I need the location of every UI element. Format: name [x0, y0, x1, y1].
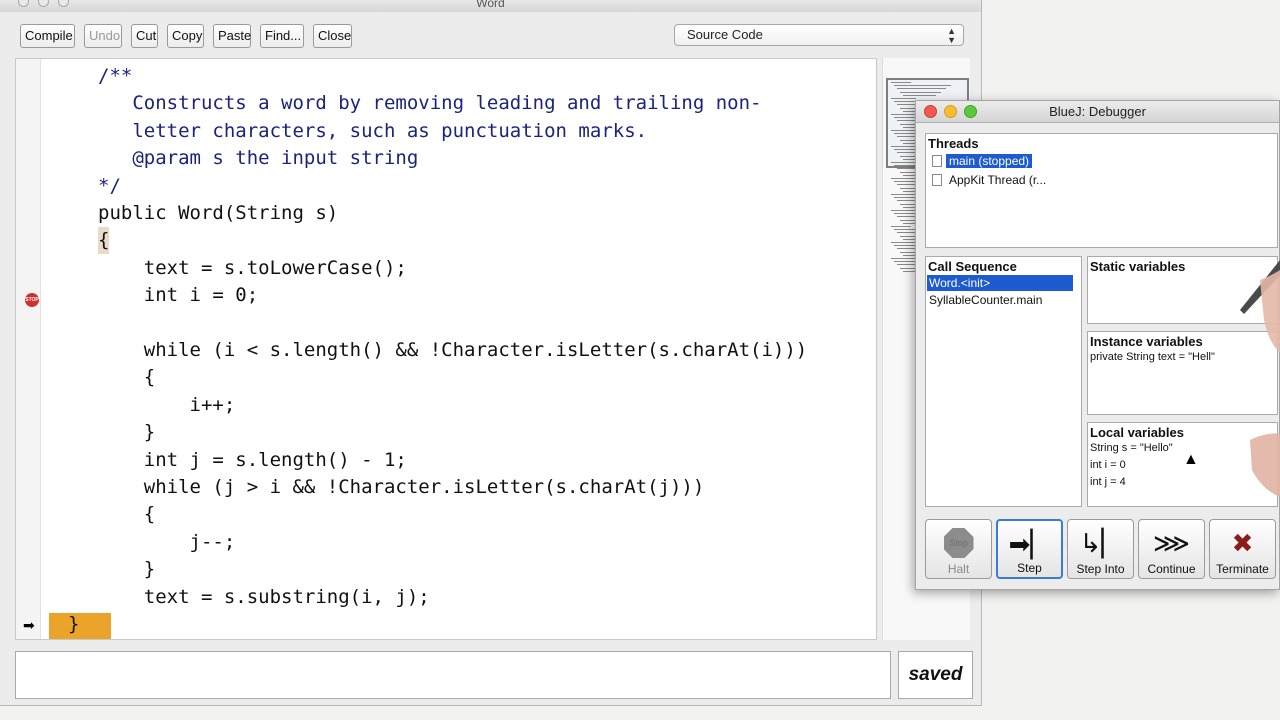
debugger-window: BlueJ: Debugger Threads main (stopped) A… [915, 100, 1280, 590]
document-icon [932, 174, 942, 186]
code-editor[interactable]: STOP ➡ /** Constructs a word by removing… [15, 58, 877, 640]
undo-button[interactable]: Undo [84, 24, 122, 48]
halt-button[interactable]: Stop Halt [925, 519, 992, 579]
code-line[interactable]: { [98, 364, 155, 391]
continue-icon: ⋙ [1153, 528, 1190, 558]
continue-button[interactable]: ⋙ Continue [1138, 519, 1205, 579]
continue-label: Continue [1147, 562, 1196, 576]
select-arrows-icon: ▲ ▼ [947, 26, 956, 45]
thread-label: main (stopped) [946, 154, 1033, 168]
debugger-window-title: BlueJ: Debugger [1049, 104, 1146, 119]
code-line[interactable]: letter characters, such as punctuation m… [98, 118, 647, 145]
breakpoint-stop-icon[interactable]: STOP [25, 293, 39, 307]
code-line[interactable]: @param s the input string [98, 145, 418, 172]
minimap-line [891, 98, 916, 99]
call-sequence-item[interactable]: SyllableCounter.main [927, 292, 1073, 308]
call-sequence-panel: Call Sequence Word.<init> SyllableCounte… [925, 256, 1082, 507]
view-select[interactable]: Source Code ▲ ▼ [674, 24, 964, 46]
view-select-value: Source Code [687, 27, 763, 42]
code-line[interactable]: text = s.substring(i, j); [98, 584, 430, 611]
code-line[interactable]: } [68, 611, 79, 638]
minimap-line [900, 91, 941, 93]
instance-variables-panel: Instance variables private String text =… [1087, 331, 1278, 415]
execution-arrow-icon: ➡ [23, 617, 35, 633]
message-area [15, 651, 891, 699]
code-line[interactable]: text = s.toLowerCase(); [98, 255, 407, 282]
code-line[interactable]: while (j > i && !Character.isLetter(s.ch… [98, 474, 705, 501]
step-label: Step [1017, 561, 1042, 575]
minimap-line [894, 85, 951, 87]
step-icon: ➡▏ [1008, 529, 1051, 559]
code-line[interactable]: int i = 0; [98, 282, 258, 309]
thread-item[interactable]: AppKit Thread (r... [932, 172, 1046, 188]
halt-icon-text: Stop [949, 538, 968, 548]
call-sequence-title: Call Sequence [928, 259, 1017, 274]
code-line[interactable]: j--; [98, 529, 236, 556]
find-button[interactable]: Find... [260, 24, 304, 48]
code-line[interactable]: } [98, 419, 155, 446]
static-variables-title: Static variables [1090, 259, 1186, 274]
minimap-line [894, 261, 916, 263]
code-line[interactable]: */ [98, 173, 121, 200]
debugger-titlebar: BlueJ: Debugger [916, 101, 1279, 123]
save-status: saved [898, 651, 973, 699]
local-variable[interactable]: int j = 4 [1088, 474, 1277, 491]
editor-window-title: Word [476, 0, 505, 10]
cut-button[interactable]: Cut [131, 24, 158, 48]
code-line[interactable]: Constructs a word by removing leading an… [98, 90, 761, 117]
minimap-line [891, 242, 916, 243]
minimap-line [903, 94, 936, 96]
step-into-label: Step Into [1076, 562, 1125, 576]
code-line[interactable]: { [98, 501, 155, 528]
vertical-scrollbar[interactable] [876, 175, 877, 315]
threads-panel: Threads main (stopped) AppKit Thread (r.… [925, 133, 1278, 248]
close-button[interactable]: Close [313, 24, 352, 48]
instance-variable[interactable]: private String text = "Hell" [1088, 349, 1277, 366]
terminate-label: Terminate [1216, 562, 1269, 576]
threads-title: Threads [928, 136, 979, 151]
document-icon [932, 155, 942, 167]
instance-variables-title: Instance variables [1090, 334, 1203, 349]
minimap-line [891, 226, 911, 227]
code-line[interactable]: int j = s.length() - 1; [98, 447, 407, 474]
terminate-button[interactable]: ✖ Terminate [1209, 519, 1276, 579]
minimap-line [894, 117, 916, 119]
code-line[interactable]: while (i < s.length() && !Character.isLe… [98, 337, 807, 364]
terminate-x-icon: ✖ [1231, 528, 1254, 558]
static-variables-panel: Static variables [1087, 256, 1278, 324]
copy-button[interactable]: Copy [167, 24, 204, 48]
minimap-line [891, 82, 911, 83]
step-button[interactable]: ➡▏ Step [996, 519, 1063, 579]
mouse-cursor-icon: ▲ [1183, 451, 1199, 468]
editor-window: Word Compile Undo Cut Copy Paste Find...… [0, 0, 982, 706]
thread-item[interactable]: main (stopped) [932, 153, 1033, 169]
local-variables-title: Local variables [1090, 425, 1184, 440]
step-into-icon: ↳▏ [1079, 528, 1122, 558]
halt-label: Halt [947, 562, 970, 576]
editor-titlebar: Word [0, 0, 981, 12]
code-line[interactable]: i++; [98, 392, 236, 419]
stop-sign-icon: Stop [943, 528, 974, 558]
call-sequence-item[interactable]: Word.<init> [927, 275, 1073, 291]
code-line[interactable]: { [98, 227, 110, 255]
minimap-line [897, 88, 946, 90]
line-gutter[interactable] [16, 59, 41, 639]
code-line[interactable]: } [98, 556, 155, 583]
step-into-button[interactable]: ↳▏ Step Into [1067, 519, 1134, 579]
paste-button[interactable]: Paste [213, 24, 251, 48]
thread-label: AppKit Thread (r... [949, 173, 1047, 187]
compile-button[interactable]: Compile [20, 24, 75, 48]
code-line[interactable]: public Word(String s) [98, 200, 338, 227]
code-line[interactable]: /** [98, 63, 132, 90]
current-line-highlight [49, 613, 111, 639]
